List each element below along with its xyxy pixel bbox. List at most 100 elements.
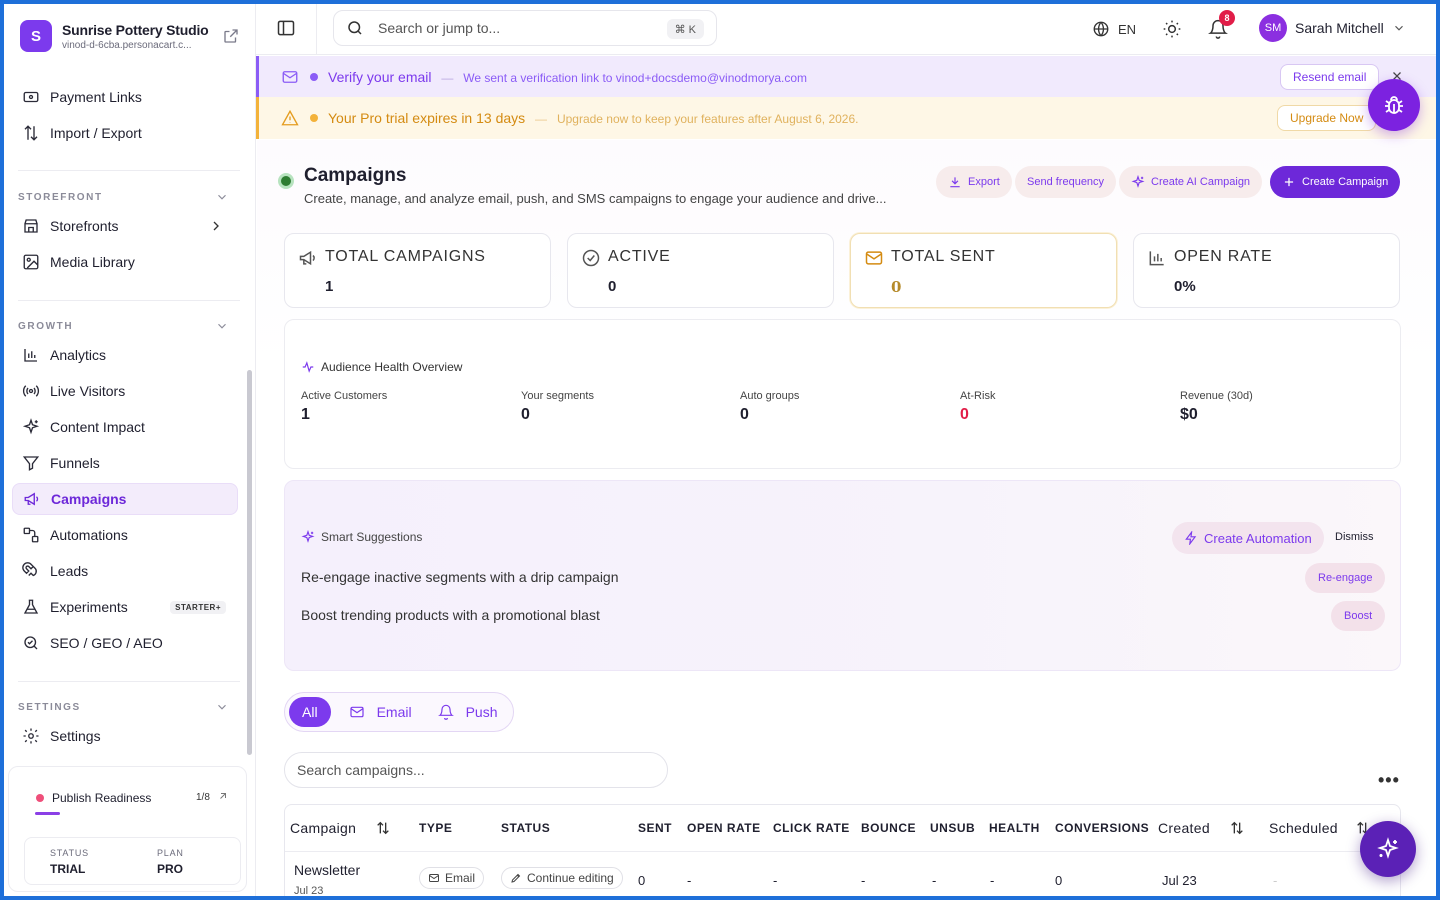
funnel-icon — [22, 454, 40, 472]
sidebar-toggle-icon[interactable] — [276, 18, 296, 38]
metric-auto-groups: Auto groups 0 — [740, 390, 799, 424]
re-engage-button[interactable]: Re-engage — [1305, 563, 1386, 593]
smart-suggestions-card: Smart Suggestions Create Automation Dism… — [284, 480, 1401, 671]
card-icon — [22, 88, 40, 106]
divider — [18, 170, 240, 171]
create-campaign-button[interactable]: Create Campaign — [1270, 166, 1401, 198]
page-description: Create, manage, and analyze email, push,… — [304, 191, 887, 206]
campaign-name[interactable]: Newsletter — [294, 862, 360, 878]
column-created[interactable]: Created — [1158, 820, 1210, 836]
cell-created: Jul 23 — [1162, 873, 1197, 888]
sidebar-item-experiments[interactable]: Experiments STARTER+ — [12, 591, 238, 623]
sidebar-item-label: Import / Export — [50, 125, 142, 141]
bug-report-button[interactable] — [1368, 79, 1420, 131]
cell-open-rate: - — [687, 873, 692, 888]
brand[interactable]: S Sunrise Pottery Studio vinod-d-6cba.pe… — [20, 18, 240, 54]
table-header: Campaign TYPE STATUS SENT OPEN RATE CLIC… — [285, 805, 1400, 852]
notification-count: 8 — [1219, 10, 1235, 26]
boost-button[interactable]: Boost — [1331, 601, 1386, 631]
external-link-icon[interactable] — [222, 27, 240, 45]
ai-assistant-button[interactable] — [1360, 821, 1416, 877]
publish-readiness-card[interactable]: Publish Readiness 1/8 STATUS TRIAL PLAN … — [8, 766, 247, 892]
arrow-up-right-icon[interactable] — [217, 790, 229, 802]
sidebar-item-media-library[interactable]: Media Library — [12, 246, 238, 278]
create-automation-button[interactable]: Create Automation — [1172, 522, 1324, 554]
readiness-title: Publish Readiness — [52, 791, 152, 805]
plan-status-box: STATUS TRIAL PLAN PRO — [24, 837, 241, 885]
metric-active-customers: Active Customers 1 — [301, 390, 387, 424]
filter-label: Push — [465, 704, 498, 720]
dismiss-button[interactable]: Dismiss — [1335, 531, 1374, 543]
sort-icon[interactable] — [1229, 820, 1245, 836]
chevron-down-icon[interactable] — [215, 190, 229, 204]
section-settings: SETTINGS — [18, 702, 81, 713]
column-campaign[interactable]: Campaign — [290, 820, 356, 836]
sparkle-icon — [301, 530, 315, 543]
divider — [18, 300, 240, 301]
separator: — — [535, 112, 548, 126]
sidebar-item-analytics[interactable]: Analytics — [12, 339, 238, 371]
sun-icon[interactable] — [1162, 19, 1182, 39]
shortcut-hint: ⌘ K — [666, 19, 704, 39]
upgrade-now-button[interactable]: Upgrade Now — [1277, 105, 1377, 131]
flask-icon — [22, 598, 40, 616]
magnet-icon — [22, 562, 40, 580]
sidebar-item-leads[interactable]: Leads — [12, 555, 238, 587]
filter-all[interactable]: All — [289, 697, 331, 727]
language-switcher[interactable]: EN — [1092, 20, 1136, 38]
plan-badge: STARTER+ — [170, 600, 226, 614]
mail-icon — [429, 874, 439, 882]
resend-email-button[interactable]: Resend email — [1280, 63, 1380, 90]
continue-editing-button[interactable]: Continue editing — [501, 867, 623, 889]
more-options-icon[interactable]: ••• — [1378, 770, 1400, 791]
filter-email[interactable]: Email — [349, 704, 412, 720]
sidebar-item-content-impact[interactable]: Content Impact — [12, 411, 238, 443]
send-frequency-button[interactable]: Send frequency — [1015, 166, 1117, 198]
filter-push[interactable]: Push — [437, 704, 498, 720]
sidebar-item-automations[interactable]: Automations — [12, 519, 238, 551]
avatar: SM — [1259, 14, 1287, 42]
kpi-label: TOTAL CAMPAIGNS — [325, 248, 486, 265]
create-ai-campaign-button[interactable]: Create AI Campaign — [1119, 166, 1263, 198]
kpi-value: 1 — [325, 278, 334, 295]
sidebar-item-funnels[interactable]: Funnels — [12, 447, 238, 479]
campaign-search-input[interactable]: Search campaigns... — [284, 752, 668, 788]
sidebar-item-seo[interactable]: SEO / GEO / AEO — [12, 627, 238, 659]
sidebar-item-label: SEO / GEO / AEO — [50, 635, 163, 651]
section-title: Smart Suggestions — [321, 530, 423, 544]
globe-icon — [1093, 21, 1109, 37]
sidebar-item-payment-links[interactable]: Payment Links — [12, 81, 238, 113]
sidebar-scrollbar[interactable] — [247, 370, 252, 755]
button-label: Export — [968, 176, 1000, 188]
download-icon — [950, 177, 960, 188]
type-chip: Email — [419, 867, 485, 889]
brand-name: Sunrise Pottery Studio — [62, 21, 209, 38]
sidebar-item-import-export[interactable]: Import / Export — [12, 117, 238, 149]
verify-title: Verify your email — We sent a verificati… — [328, 69, 807, 85]
sidebar-item-storefronts[interactable]: Storefronts — [12, 210, 238, 242]
sort-icon[interactable] — [375, 820, 391, 836]
metric-at-risk: At-Risk 0 — [960, 390, 995, 424]
sidebar: S Sunrise Pottery Studio vinod-d-6cba.pe… — [4, 4, 256, 896]
metric-value: 0 — [521, 406, 530, 423]
metric-label: Auto groups — [740, 390, 800, 402]
chevron-down-icon[interactable] — [215, 319, 229, 333]
chevron-down-icon[interactable] — [215, 700, 229, 714]
sidebar-item-settings[interactable]: Settings — [12, 720, 238, 752]
export-button[interactable]: Export — [936, 166, 1012, 198]
cell-unsub: - — [932, 873, 937, 888]
column-click-rate: CLICK RATE — [773, 821, 850, 835]
topbar: Search or jump to... ⌘ K EN 8 SM Sarah M… — [256, 4, 1436, 55]
store-icon — [22, 217, 40, 235]
sidebar-item-live-visitors[interactable]: Live Visitors — [12, 375, 238, 407]
bar-chart-icon — [1149, 251, 1164, 266]
column-unsub: UNSUB — [930, 821, 976, 835]
status-indicator — [278, 173, 294, 189]
user-menu[interactable]: SM Sarah Mitchell — [1259, 14, 1406, 42]
column-scheduled[interactable]: Scheduled — [1269, 820, 1338, 836]
sidebar-item-campaigns[interactable]: Campaigns — [12, 483, 238, 515]
global-search-input[interactable]: Search or jump to... ⌘ K — [333, 10, 717, 46]
sidebar-item-label: Leads — [50, 563, 89, 579]
kpi-active: ACTIVE 0 — [567, 233, 834, 308]
search-placeholder: Search campaigns... — [297, 762, 425, 778]
